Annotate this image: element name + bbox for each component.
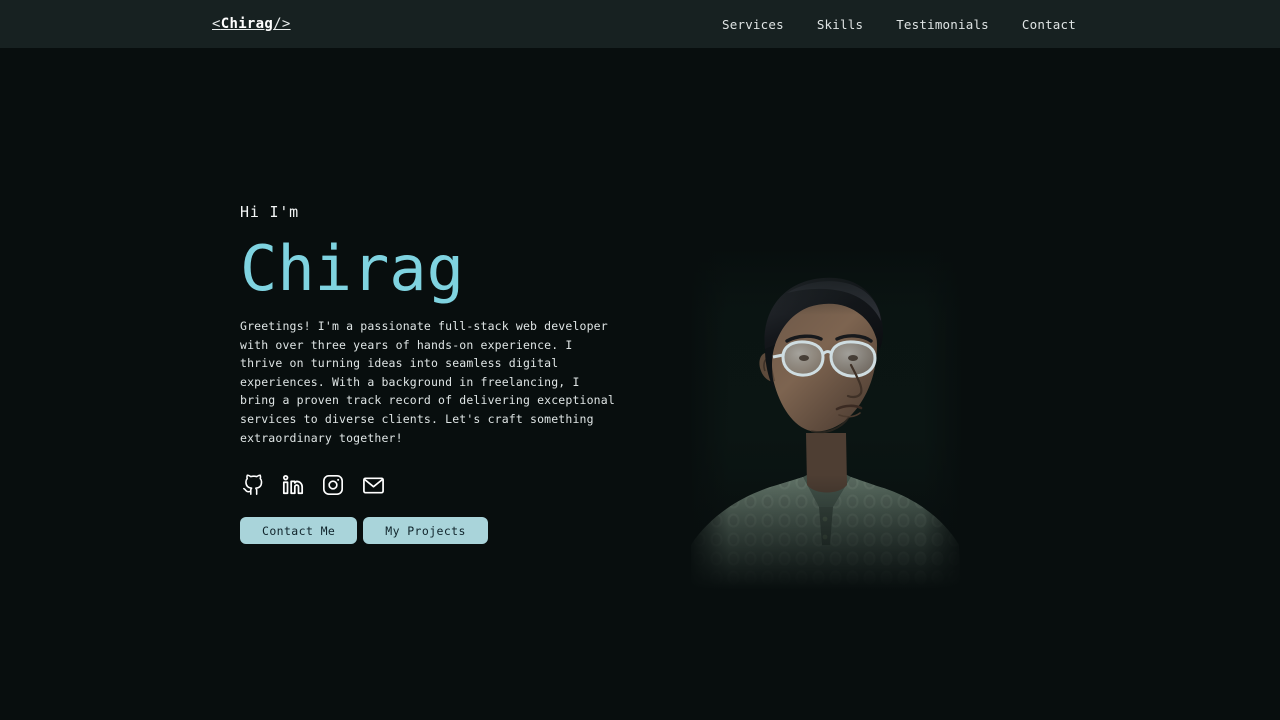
logo-open-angle: < (212, 16, 221, 32)
logo-name: Chirag (220, 16, 274, 32)
my-projects-button[interactable]: My Projects (363, 517, 488, 545)
mail-icon (362, 474, 385, 497)
nav-item-contact[interactable]: Contact (1022, 17, 1076, 32)
nav-item-testimonials[interactable]: Testimonials (896, 17, 989, 32)
hero-portrait (691, 245, 961, 590)
linkedin-link[interactable] (281, 473, 305, 497)
instagram-link[interactable] (321, 473, 345, 497)
hero-cta-row: Contact Me My Projects (240, 517, 640, 545)
linkedin-icon (282, 474, 304, 496)
hero-bio-paragraph: Greetings! I'm a passionate full-stack w… (240, 319, 615, 445)
github-link[interactable] (241, 473, 265, 497)
mail-link[interactable] (361, 473, 385, 497)
site-header: < Chirag/> Services Skills Testimonials C… (0, 0, 1280, 48)
logo-close-angle: /> (273, 16, 291, 32)
hero-greeting: Hi I'm (240, 203, 299, 221)
portrait-bottom-fade (691, 475, 961, 590)
social-links-row (241, 473, 640, 497)
main-navigation: Services Skills Testimonials Contact (722, 0, 1076, 48)
contact-me-button[interactable]: Contact Me (240, 517, 358, 545)
site-logo[interactable]: < Chirag/> (212, 0, 291, 48)
nav-item-skills[interactable]: Skills (817, 17, 863, 32)
hero-text-column: Hi I'm Chirag Greetings! I'm a passionat… (240, 203, 640, 545)
hero-section: Hi I'm Chirag Greetings! I'm a passionat… (0, 48, 1280, 720)
instagram-icon (322, 474, 344, 496)
hero-name-heading: Chirag (240, 232, 464, 305)
nav-item-services[interactable]: Services (722, 17, 784, 32)
github-icon (242, 474, 264, 496)
